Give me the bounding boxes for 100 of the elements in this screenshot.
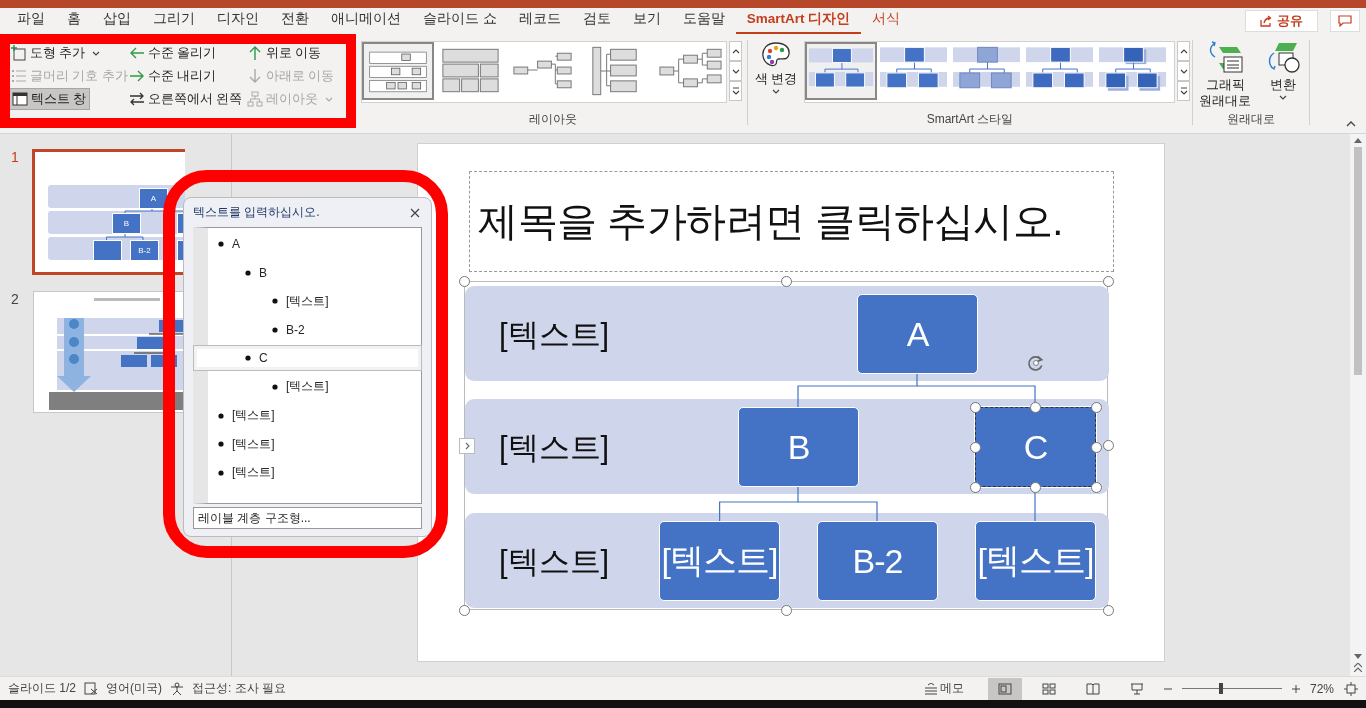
resize-handle[interactable] bbox=[970, 482, 981, 493]
diagram-box: B-2 bbox=[130, 240, 159, 261]
accessibility-status[interactable]: 접근성: 조사 필요 bbox=[192, 680, 287, 697]
resize-handle[interactable] bbox=[1091, 402, 1102, 413]
chevron-up-icon bbox=[1179, 48, 1188, 54]
bullet-item[interactable]: [텍스트] bbox=[193, 373, 421, 400]
ribbon-tab[interactable]: 검토 bbox=[571, 7, 622, 35]
zoom-in-button[interactable] bbox=[1291, 684, 1300, 693]
org-chart-icon bbox=[247, 91, 263, 107]
resize-handle[interactable] bbox=[970, 402, 981, 413]
ribbon-tab[interactable]: 애니메이션 bbox=[320, 7, 412, 35]
resize-handle[interactable] bbox=[459, 276, 470, 287]
bullet-item[interactable]: [텍스트] bbox=[193, 402, 421, 429]
ribbon-button[interactable]: 오른쪽에서 왼쪽 bbox=[126, 88, 246, 110]
style-option[interactable] bbox=[804, 42, 877, 100]
ribbon-button[interactable]: 위로 이동 bbox=[244, 42, 325, 64]
bullet-icon bbox=[272, 383, 278, 390]
diagram-box[interactable]: A bbox=[857, 294, 978, 374]
ribbon-tab[interactable]: 파일 bbox=[6, 7, 56, 35]
expand-text-pane-button[interactable] bbox=[459, 438, 475, 454]
resize-handle[interactable] bbox=[459, 605, 470, 616]
comment-button[interactable] bbox=[1330, 10, 1360, 32]
scroll-thumb[interactable] bbox=[1354, 147, 1362, 375]
bullet-item[interactable]: A bbox=[193, 231, 421, 257]
bullet-icon bbox=[272, 298, 278, 305]
diagram-box[interactable]: B bbox=[738, 407, 859, 487]
ribbon-tab[interactable]: 전환 bbox=[270, 7, 320, 35]
ribbon-tab[interactable]: 레코드 bbox=[507, 7, 572, 35]
ribbon-tab[interactable]: 도움말 bbox=[671, 7, 736, 35]
ribbon-tab[interactable]: 보기 bbox=[621, 7, 672, 35]
row-label: [텍스트] bbox=[499, 429, 610, 467]
bullet-item[interactable]: [텍스트] bbox=[193, 288, 421, 315]
chevron-up-icon bbox=[731, 48, 740, 54]
bullet-item[interactable]: B-2 bbox=[193, 316, 421, 343]
slide-thumbnail[interactable]: A B B-2 bbox=[32, 149, 185, 275]
slider-thumb[interactable] bbox=[1218, 683, 1223, 694]
collapse-ribbon-button[interactable] bbox=[1344, 119, 1358, 129]
diagram-box[interactable]: [텍스트] bbox=[659, 521, 780, 601]
resize-handle[interactable] bbox=[1103, 605, 1114, 616]
caret-icon bbox=[771, 89, 780, 94]
ribbon-button[interactable]: 텍스트 창 bbox=[8, 88, 91, 110]
ribbon-tab[interactable]: 서식 bbox=[861, 7, 912, 35]
ribbon-button[interactable]: 수준 올리기 bbox=[126, 42, 220, 64]
more-button[interactable] bbox=[729, 81, 742, 101]
resize-handle[interactable] bbox=[1103, 440, 1114, 451]
more-button[interactable] bbox=[1177, 81, 1190, 101]
resize-handle[interactable] bbox=[1103, 276, 1114, 287]
resize-handle[interactable] bbox=[970, 442, 981, 453]
ribbon-button[interactable]: 도형 추가 bbox=[8, 42, 104, 64]
diagram-box[interactable]: C bbox=[975, 407, 1096, 487]
resize-handle[interactable] bbox=[1030, 482, 1041, 493]
resize-handle[interactable] bbox=[1091, 482, 1102, 493]
scroll-down-button[interactable] bbox=[1177, 61, 1190, 81]
ribbon-tab[interactable]: 슬라이드 쇼 bbox=[412, 7, 508, 35]
diagram-box[interactable]: B-2 bbox=[817, 521, 938, 601]
share-button[interactable]: 공유 bbox=[1245, 10, 1318, 32]
resize-handle[interactable] bbox=[1091, 442, 1102, 453]
arrow-down-icon bbox=[247, 68, 263, 84]
row-label: [텍스트] bbox=[499, 543, 610, 581]
ribbon-tab[interactable]: 디자인 bbox=[206, 7, 270, 35]
bullet-item[interactable]: C bbox=[193, 345, 422, 372]
scroll-down-button[interactable] bbox=[729, 61, 742, 81]
ribbon-tab[interactable]: 그리기 bbox=[142, 7, 206, 35]
resize-handle[interactable] bbox=[1030, 402, 1041, 413]
bullet-item[interactable]: [텍스트] bbox=[193, 459, 421, 486]
language-label[interactable]: 영어(미국) bbox=[106, 680, 162, 697]
zoom-level[interactable]: 72% bbox=[1309, 681, 1334, 696]
add-shape-icon bbox=[11, 45, 27, 61]
bullet-item[interactable]: B bbox=[193, 259, 421, 286]
title-placeholder[interactable]: 제목을 추가하려면 클릭하십시오. bbox=[469, 171, 1114, 272]
chevron-right-icon bbox=[464, 442, 470, 450]
text-list[interactable]: A B [텍스트] B-2 C [텍스트] [텍스트] [텍스트] [텍스트] bbox=[193, 227, 422, 504]
diagram-box[interactable]: [텍스트] bbox=[975, 521, 1096, 601]
ribbon-tab[interactable]: 홈 bbox=[56, 7, 92, 35]
notes-button[interactable]: 메모 bbox=[923, 680, 964, 697]
view-button[interactable] bbox=[987, 677, 1022, 700]
slide-number: 1 bbox=[10, 149, 20, 165]
arrow-up-icon bbox=[247, 45, 263, 61]
smartart-frame[interactable]: [텍스트] [텍스트] [텍스트] A B C [텍스트] B-2 [텍스트] bbox=[464, 281, 1108, 610]
layout-option[interactable] bbox=[362, 42, 434, 100]
vertical-scrollbar[interactable] bbox=[1350, 134, 1366, 676]
scroll-down-arrow-icon bbox=[1354, 654, 1362, 659]
bullet-item[interactable]: [텍스트] bbox=[193, 431, 421, 458]
resize-handle[interactable] bbox=[781, 276, 792, 287]
bullet-icon bbox=[218, 412, 224, 419]
scroll-up-button[interactable] bbox=[1177, 41, 1190, 61]
resize-handle[interactable] bbox=[781, 605, 792, 616]
change-colors-button[interactable]: 색 변경 bbox=[750, 41, 802, 94]
ribbon-tab[interactable]: 삽입 bbox=[92, 7, 142, 35]
reset-graphic-button[interactable]: 그래픽 원래대로 bbox=[1199, 41, 1251, 109]
convert-button[interactable]: 변환 bbox=[1257, 41, 1309, 100]
caret-icon bbox=[325, 96, 333, 102]
plus-icon bbox=[1291, 684, 1300, 693]
reading-view-icon bbox=[1085, 682, 1100, 695]
reset-graphic-icon bbox=[1207, 41, 1243, 75]
rotate-handle-icon[interactable] bbox=[1027, 354, 1045, 372]
scroll-up-button[interactable] bbox=[729, 41, 742, 61]
scroll-up-arrow-icon bbox=[1354, 138, 1362, 143]
fit-to-window-icon bbox=[1344, 681, 1358, 696]
slide-show-icon bbox=[1129, 682, 1144, 695]
